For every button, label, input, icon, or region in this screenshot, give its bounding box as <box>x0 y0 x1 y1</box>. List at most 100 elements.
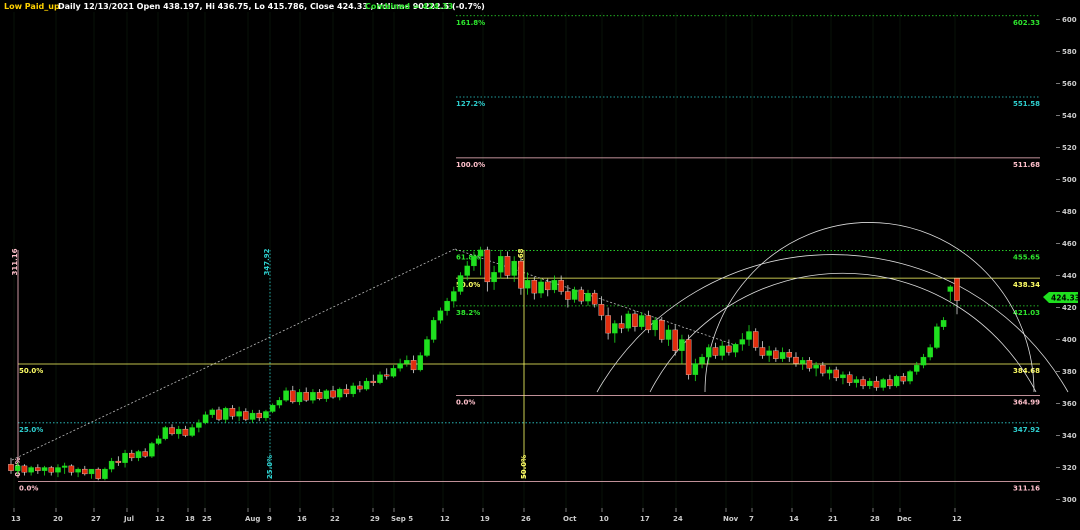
candle-up <box>155 438 162 444</box>
candle-down <box>820 364 826 374</box>
combined-value: Combined = 424.33 <box>365 2 453 11</box>
candle-down <box>598 304 605 316</box>
candle-down <box>243 411 249 420</box>
candle-up <box>464 265 470 276</box>
candle-up <box>585 292 591 302</box>
candle-up <box>625 313 631 329</box>
candle-down <box>873 380 880 388</box>
x-tick-label: 19 <box>480 515 490 523</box>
candle-up <box>310 392 316 401</box>
candle-up <box>612 323 618 334</box>
candle-down <box>216 409 222 420</box>
fib-level-value: 455.65 <box>1013 253 1040 261</box>
candle-up <box>444 300 450 311</box>
candle-down <box>303 392 309 401</box>
candle-up <box>404 360 410 364</box>
candle-down <box>605 315 611 334</box>
candle-down <box>887 379 893 387</box>
x-tick-label: 12 <box>440 515 450 523</box>
candle-up <box>41 467 48 471</box>
candle-up <box>61 465 68 468</box>
candle-up <box>880 379 886 388</box>
candle-up <box>867 380 873 387</box>
candle-down <box>229 408 236 417</box>
candle-up <box>665 329 672 340</box>
candle-down <box>383 374 390 377</box>
fib-level-pct-left: 50.0% <box>19 367 43 375</box>
candle-up <box>269 404 276 412</box>
candle-up <box>377 374 383 383</box>
candle-up <box>196 422 202 428</box>
x-axis: 13 20 27 Jul 12 18 25 Aug 9 16 22 29 Sep 5 12 19 26 Oct 1… <box>11 508 962 523</box>
fib-level-value: 364.99 <box>1013 399 1040 407</box>
candle-up <box>746 331 752 340</box>
x-tick-label: Nov <box>723 515 739 523</box>
x-tick-label: 9 <box>267 515 272 523</box>
y-tick-label: 480 <box>1062 208 1077 216</box>
candle-up <box>491 272 497 283</box>
y-tick-label: 380 <box>1062 368 1077 376</box>
fib-level-value-right: 384.68 <box>1013 367 1040 375</box>
candle-down <box>558 280 564 292</box>
candle-up <box>813 364 819 369</box>
candle-down <box>357 385 363 390</box>
candle-up <box>826 369 833 374</box>
fib-level-value-right: 311.16 <box>1013 485 1040 493</box>
fib-level-pct: 38.2% <box>456 309 480 317</box>
x-tick-label: Oct <box>563 515 577 523</box>
candle-down <box>484 249 491 283</box>
y-tick-label: 420 <box>1062 304 1077 312</box>
candle-up <box>75 468 81 473</box>
vertical-marker-label: 347.92 <box>263 248 271 275</box>
candle-down <box>793 356 799 364</box>
candle-up <box>397 363 403 369</box>
y-tick-label: 540 <box>1062 112 1077 120</box>
last-price-label: 424.33 <box>1051 294 1080 303</box>
candle-down <box>370 380 377 383</box>
candle-up <box>692 363 699 375</box>
fib-level-pct: 100.0% <box>456 161 485 169</box>
candle-up <box>947 286 954 292</box>
candle-up <box>739 339 746 345</box>
x-tick-label: 28 <box>870 515 880 523</box>
candle-up <box>934 326 940 348</box>
candle-up <box>350 385 356 395</box>
fib-arc-inner <box>704 222 1035 393</box>
fibonacci-arcs <box>596 222 1069 393</box>
y-axis: 300 320 340 360 380 400 420 440 460 480 500 520 540 5… <box>1056 16 1077 504</box>
candle-down <box>860 379 866 387</box>
candle-up <box>424 339 430 356</box>
candle-up <box>276 400 283 406</box>
candle-down <box>565 291 571 300</box>
y-tick-label: 400 <box>1062 336 1077 344</box>
candle-up <box>363 380 370 390</box>
candle-up <box>498 256 504 273</box>
candle-up <box>551 280 558 291</box>
candle-down <box>786 352 793 358</box>
candle-down <box>632 313 638 327</box>
vertical-marker-label: 311.16 <box>11 248 19 275</box>
candle-up <box>102 468 108 479</box>
candle-up <box>263 411 269 419</box>
x-tick-label: 29 <box>370 515 380 523</box>
candle-up <box>55 467 61 473</box>
trend-lines <box>11 248 739 461</box>
grid-lines <box>13 12 956 508</box>
candle-up <box>779 352 786 359</box>
candle-down <box>169 427 175 435</box>
candle-up <box>337 388 343 398</box>
fib-level-value: 421.03 <box>1013 309 1040 317</box>
candle-down <box>806 360 813 369</box>
candle-up <box>162 427 169 439</box>
y-tick-label: 600 <box>1062 16 1077 24</box>
candle-up <box>538 281 544 294</box>
x-tick-label: 7 <box>749 515 754 523</box>
trendline-up <box>11 248 456 461</box>
candle-down <box>900 376 907 382</box>
fib-arc-outer <box>596 254 1069 393</box>
candle-up <box>209 409 216 415</box>
x-tick-label: 12 <box>155 515 165 523</box>
candle-down <box>35 467 41 471</box>
x-tick-label: 17 <box>640 515 650 523</box>
symbol-name: Low Paid_up <box>4 2 60 11</box>
